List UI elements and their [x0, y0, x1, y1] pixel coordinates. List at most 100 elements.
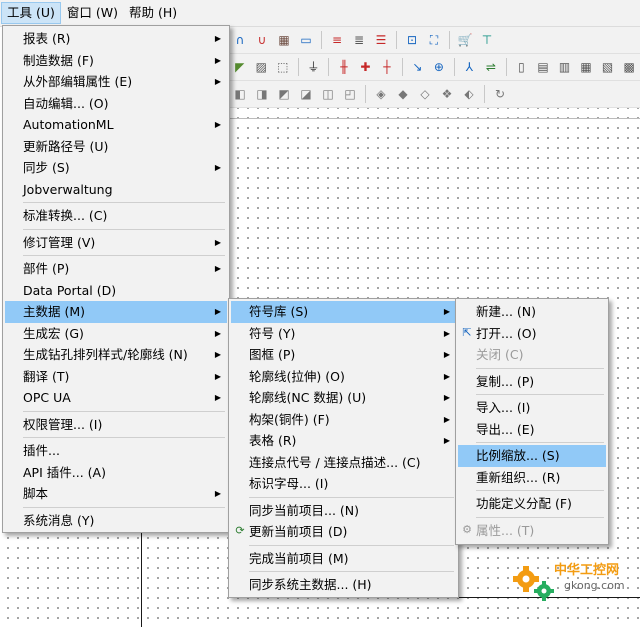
tools-menu-item-9[interactable]: 标准转换... (C) [5, 205, 227, 227]
diamond-3-icon[interactable]: ◇ [417, 86, 433, 102]
magnet-icon[interactable]: ∩ [232, 32, 248, 48]
toolbar-separator [484, 85, 485, 103]
tools-menu-item-25[interactable]: 脚本 ▶ [5, 483, 227, 505]
t-junction-icon[interactable]: ┼ [379, 59, 395, 75]
bus-lines-icon[interactable]: ≣ [351, 32, 367, 48]
plc-box-icon[interactable]: ▥ [557, 59, 573, 75]
diamond-1-icon[interactable]: ◈ [373, 86, 389, 102]
tools-menu-item-label: 报表 (R) [23, 31, 71, 46]
tools-menu-item-21[interactable]: 权限管理... (I) [5, 414, 227, 436]
cube-4-icon[interactable]: ◪ [298, 86, 314, 102]
terminal-icon[interactable]: ⊤ [479, 32, 495, 48]
symbol-lib-item-1[interactable]: ⇱ 打开... (O) [458, 323, 606, 345]
master-data-item-label: 连接点代号 / 连接点描述... (C) [249, 454, 421, 470]
master-data-item-0[interactable]: 符号库 (S) ▶ [231, 301, 456, 323]
magnet-off-icon[interactable]: ∪ [254, 32, 270, 48]
cube-5-icon[interactable]: ◫ [320, 86, 336, 102]
toolbar-row-2: ◤ ▨ ⬚ ⏚ ╫ ✚ ┼ ↘ ⊕ ⅄ ⇌ ▯ ▤ ▥ ▦ ▧ ▩ [229, 54, 640, 81]
tools-menu-item-19[interactable]: OPC UA ▶ [5, 387, 227, 409]
cube-6-icon[interactable]: ◰ [342, 86, 358, 102]
master-data-item-label: 完成当前项目 (M) [249, 550, 349, 566]
tools-menu-item-16[interactable]: 生成宏 (G) ▶ [5, 323, 227, 345]
cube-3-icon[interactable]: ◩ [276, 86, 292, 102]
lines-icon[interactable]: ≡ [329, 32, 345, 48]
master-data-item-7[interactable]: 连接点代号 / 连接点描述... (C) [231, 452, 456, 474]
box-icon[interactable]: ▯ [514, 59, 530, 75]
tools-menu-item-27[interactable]: 系统消息 (Y) [5, 510, 227, 532]
tools-menu-item-14[interactable]: Data Portal (D) [5, 280, 227, 302]
master-data-item-label: 表格 (R) [249, 433, 297, 448]
tools-menu-item-1[interactable]: 制造数据 (F) ▶ [5, 50, 227, 72]
tools-menu-item-15[interactable]: 主数据 (M) ▶ [5, 301, 227, 323]
branch-icon[interactable]: ⅄ [462, 59, 478, 75]
cube-2-icon[interactable]: ◨ [254, 86, 270, 102]
symbol-lib-item-9[interactable]: 比例缩放... (S) [458, 445, 606, 467]
submenu-arrow-icon: ▶ [214, 163, 221, 172]
diamond-5-icon[interactable]: ⬖ [461, 86, 477, 102]
symbol-lib-item-12[interactable]: 功能定义分配 (F) [458, 493, 606, 515]
tools-menu-item-0[interactable]: 报表 (R) ▶ [5, 28, 227, 50]
tools-menu-item-17[interactable]: 生成钻孔排列样式/轮廓线 (N) ▶ [5, 344, 227, 366]
menu-separator [23, 255, 225, 256]
tools-menu-item-6[interactable]: 同步 (S) ▶ [5, 157, 227, 179]
wire-list-icon[interactable]: ☰ [373, 32, 389, 48]
tools-menu-item-18[interactable]: 翻译 (T) ▶ [5, 366, 227, 388]
symbol-lib-item-0[interactable]: 新建... (N) [458, 301, 606, 323]
master-data-item-13[interactable]: 完成当前项目 (M) [231, 548, 456, 570]
cart-icon[interactable]: 🛒 [457, 32, 473, 48]
potential-icon[interactable]: ╫ [336, 59, 352, 75]
dashed-rect-icon[interactable]: ⬚ [275, 59, 291, 75]
master-data-item-2[interactable]: 图框 (P) ▶ [231, 344, 456, 366]
toolbar-separator [297, 58, 299, 76]
select-area-icon[interactable]: ⛶ [426, 32, 442, 48]
tools-menu-item-24[interactable]: API 插件... (A) [5, 462, 227, 484]
toolbar-separator [321, 31, 322, 49]
submenu-arrow-icon: ▶ [214, 328, 221, 338]
symbol-lib-item-4[interactable]: 复制... (P) [458, 371, 606, 393]
master-data-item-15[interactable]: 同步系统主数据... (H) [231, 574, 456, 596]
hatch-corner-icon[interactable]: ◤ [232, 59, 248, 75]
tools-menu: 报表 (R) ▶ 制造数据 (F) ▶ 从外部编辑属性 (E) ▶ 自动编辑... (O) A… [2, 25, 230, 533]
symbol-lib-item-10[interactable]: 重新组织... (R) [458, 467, 606, 489]
view-frame-icon[interactable]: ▭ [298, 32, 314, 48]
diamond-4-icon[interactable]: ❖ [439, 86, 455, 102]
master-data-item-6[interactable]: 表格 (R) ▶ [231, 430, 456, 452]
grid-snap-icon[interactable]: ▦ [276, 32, 292, 48]
symbol-lib-item-label: 比例缩放... (S) [476, 448, 560, 463]
master-data-item-8[interactable]: 标识字母... (I) [231, 473, 456, 495]
structure-box-icon[interactable]: ▤ [535, 59, 551, 75]
hatch-icon[interactable]: ▨ [254, 59, 270, 75]
tools-menu-item-23[interactable]: 插件... [5, 440, 227, 462]
tools-menu-item-13[interactable]: 部件 (P) ▶ [5, 258, 227, 280]
block-icon[interactable]: ▧ [600, 59, 616, 75]
rotate-icon[interactable]: ↻ [492, 86, 508, 102]
tools-menu-item-11[interactable]: 修订管理 (V) ▶ [5, 232, 227, 254]
tools-menu-item-2[interactable]: 从外部编辑属性 (E) ▶ [5, 71, 227, 93]
master-data-item-11[interactable]: ⟳ 更新当前项目 (D) [231, 521, 456, 543]
tools-menu-item-3[interactable]: 自动编辑... (O) [5, 93, 227, 115]
master-data-item-10[interactable]: 同步当前项目... (N) [231, 500, 456, 522]
tools-menu-item-5[interactable]: 更新路径号 (U) [5, 136, 227, 158]
ground-icon[interactable]: ⏚ [306, 59, 322, 75]
diamond-2-icon[interactable]: ◆ [395, 86, 411, 102]
cube-1-icon[interactable]: ◧ [232, 86, 248, 102]
symbol-lib-item-7[interactable]: 导出... (E) [458, 419, 606, 441]
cross-icon[interactable]: ✚ [358, 59, 374, 75]
grid-table-icon[interactable]: ▩ [621, 59, 637, 75]
cable-icon[interactable]: ⇌ [483, 59, 499, 75]
menubar-item-2[interactable]: 帮助 (H) [124, 2, 182, 24]
terminal-strip-icon[interactable]: ▦ [578, 59, 594, 75]
symbol-lib-item-6[interactable]: 导入... (I) [458, 397, 606, 419]
master-data-item-3[interactable]: 轮廓线(拉伸) (O) ▶ [231, 366, 456, 388]
angle-icon[interactable]: ↘ [410, 59, 426, 75]
menubar-item-0[interactable]: 工具 (U) [1, 2, 61, 24]
connector-icon[interactable]: ⊡ [404, 32, 420, 48]
master-data-item-1[interactable]: 符号 (Y) ▶ [231, 323, 456, 345]
tools-menu-item-label: 更新路径号 (U) [23, 138, 109, 154]
interrupt-icon[interactable]: ⊕ [431, 59, 447, 75]
tools-menu-item-4[interactable]: AutomationML ▶ [5, 114, 227, 136]
master-data-item-4[interactable]: 轮廓线(NC 数据) (U) ▶ [231, 387, 456, 409]
master-data-item-5[interactable]: 构架(铜件) (F) ▶ [231, 409, 456, 431]
tools-menu-item-7[interactable]: Jobverwaltung [5, 179, 227, 201]
menubar-item-1[interactable]: 窗口 (W) [62, 2, 123, 24]
